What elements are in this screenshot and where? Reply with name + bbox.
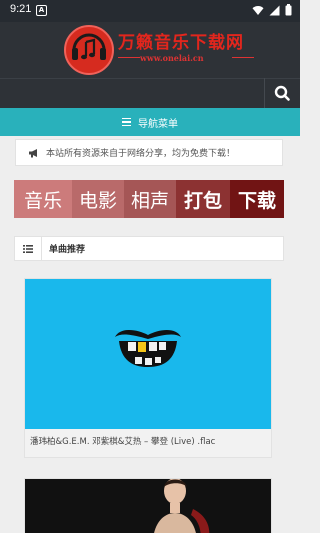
- category-bundle[interactable]: 打包: [176, 180, 230, 218]
- megaphone-icon: [29, 148, 37, 157]
- signal-icon: [269, 5, 280, 15]
- logo-divider-left: [118, 57, 140, 58]
- post-card-2[interactable]: [24, 478, 272, 533]
- section-title: 单曲推荐: [49, 245, 86, 255]
- status-time: 9:21: [10, 3, 32, 15]
- post-thumbnail-2: [154, 479, 210, 533]
- nav-menu-toggle[interactable]: 导航菜单: [0, 108, 300, 136]
- menu-icon: [122, 116, 131, 129]
- post-thumbnail[interactable]: [25, 279, 271, 429]
- music-note-icon: [72, 33, 106, 60]
- notice-text: 本站所有资源来自于网络分享，均为免费下载！: [46, 149, 236, 159]
- notification-icon: A: [36, 5, 47, 16]
- category-music[interactable]: 音乐: [14, 180, 72, 218]
- list-icon-box: [15, 237, 42, 260]
- post-title[interactable]: 潘玮柏&G.E.M. 邓紫棋&艾热 – 攀登 (Live) .flac: [25, 429, 271, 457]
- site-url: www.onelai.cn: [140, 53, 204, 63]
- site-logo[interactable]: [64, 25, 114, 75]
- search-button[interactable]: [264, 78, 300, 109]
- category-download[interactable]: 下载: [230, 180, 284, 218]
- site-notice: 本站所有资源来自于网络分享，均为免费下载！: [15, 139, 283, 166]
- category-crosstalk[interactable]: 相声: [124, 180, 176, 218]
- battery-icon: [285, 4, 292, 16]
- post-card[interactable]: 潘玮柏&G.E.M. 邓紫棋&艾热 – 攀登 (Live) .flac: [24, 278, 272, 458]
- site-header: 万籁音乐下载网 www.onelai.cn: [0, 22, 300, 78]
- wifi-icon: [252, 5, 264, 15]
- mustache-mouth-illustration: [115, 330, 181, 367]
- logo-divider-right: [232, 57, 254, 58]
- status-bar: 9:21 A: [0, 0, 300, 22]
- status-icons: [252, 4, 292, 16]
- nav-menu-label: 导航菜单: [138, 118, 178, 130]
- search-bar: [0, 78, 300, 109]
- site-title[interactable]: 万籁音乐下载网: [118, 28, 244, 53]
- category-movie[interactable]: 电影: [72, 180, 124, 218]
- section-header: 单曲推荐: [14, 236, 284, 261]
- list-icon: [23, 244, 33, 253]
- search-icon: [274, 85, 290, 101]
- category-banner: 音乐 电影 相声 打包 下载: [14, 180, 284, 218]
